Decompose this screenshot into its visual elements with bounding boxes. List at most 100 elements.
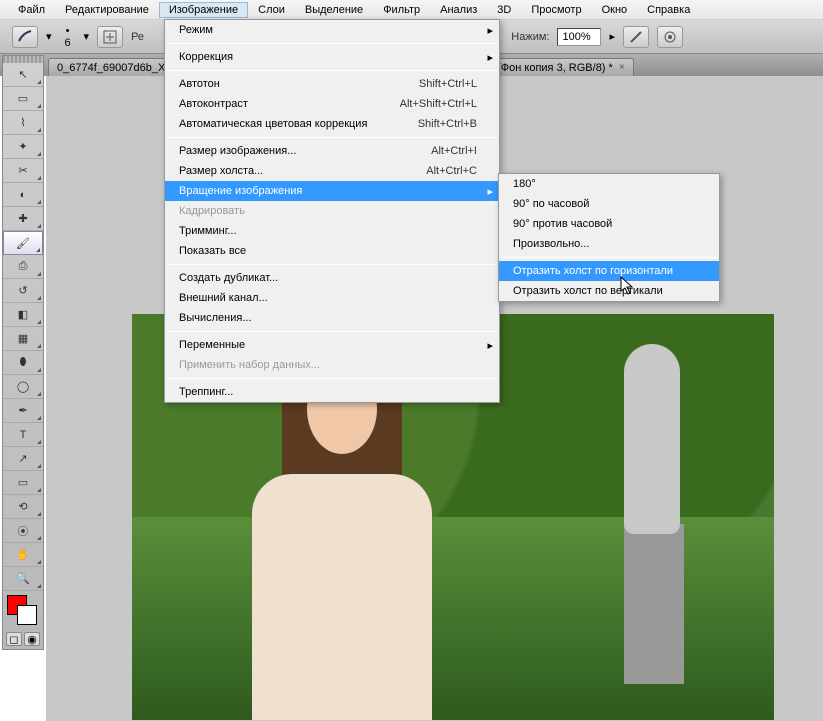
menu-shortcut: Alt+Ctrl+I: [431, 145, 477, 157]
menu-item-label: Отразить холст по горизонтали: [513, 265, 673, 277]
menu-shortcut: Shift+Ctrl+B: [418, 118, 477, 130]
menu-item[interactable]: АвтоконтрастAlt+Shift+Ctrl+L: [165, 94, 499, 114]
chevron-right-icon: ▸: [487, 339, 493, 352]
3d-tool[interactable]: ⟲: [3, 495, 43, 519]
healing-tool[interactable]: ✚: [3, 207, 43, 231]
menu-item-label: Вычисления...: [179, 312, 252, 324]
menu-item[interactable]: Автоматическая цветовая коррекция Shift+C…: [165, 114, 499, 134]
menu-item[interactable]: Треппинг...: [165, 382, 499, 402]
zoom-tool[interactable]: 🔍: [3, 567, 43, 591]
menu-item-label: Вращение изображения: [179, 185, 302, 197]
menu-separator: [167, 70, 497, 71]
menu-item[interactable]: Переменные ▸: [165, 335, 499, 355]
quickmask-mode-icon[interactable]: ◉: [24, 632, 40, 646]
shape-tool[interactable]: ▭: [3, 471, 43, 495]
menu-shortcut: Alt+Shift+Ctrl+L: [400, 98, 477, 110]
background-color[interactable]: [17, 605, 37, 625]
opacity-label: Нажим:: [511, 31, 549, 43]
blur-tool[interactable]: ⬮: [3, 351, 43, 375]
menu-item[interactable]: Автотон Shift+Ctrl+L: [165, 74, 499, 94]
menubar-item-7[interactable]: 3D: [487, 2, 521, 18]
menu-item-label: 90° против часовой: [513, 218, 612, 230]
pen-tool[interactable]: ✒: [3, 399, 43, 423]
menu-separator: [167, 264, 497, 265]
brush-panel-toggle[interactable]: [97, 26, 123, 48]
mouse-cursor-icon: [620, 276, 634, 296]
brush-dot-icon: •: [66, 25, 70, 37]
menu-item[interactable]: Коррекция▸: [165, 47, 499, 67]
menu-item-label: Автотон: [179, 78, 220, 90]
menu-item[interactable]: Показать все: [165, 241, 499, 261]
menu-shortcut: Alt+Ctrl+C: [426, 165, 477, 177]
menu-item[interactable]: Отразить холст по вертикали: [499, 281, 719, 301]
standard-mode-icon[interactable]: ◻: [6, 632, 22, 646]
path-tool[interactable]: ↗: [3, 447, 43, 471]
menu-item[interactable]: 180°: [499, 174, 719, 194]
history-brush-tool[interactable]: ↺: [3, 279, 43, 303]
move-tool[interactable]: ↖: [3, 63, 43, 87]
menu-item[interactable]: Вычисления...: [165, 308, 499, 328]
tab-label: (Фон копия 3, RGB/8) *: [497, 62, 613, 74]
menubar-item-2[interactable]: Изображение: [159, 2, 248, 18]
toolbox-grip[interactable]: [3, 56, 43, 63]
eyedropper-tool[interactable]: ◐: [3, 183, 43, 207]
menu-item-label: Треппинг...: [179, 386, 233, 398]
crop-tool[interactable]: ✂: [3, 159, 43, 183]
menu-item-label: Переменные: [179, 339, 245, 351]
menu-item-label: Применить набор данных...: [179, 359, 320, 371]
menubar-item-6[interactable]: Анализ: [430, 2, 487, 18]
menu-item[interactable]: Произвольно...: [499, 234, 719, 254]
menu-item-label: Размер холста...: [179, 165, 263, 177]
menu-item[interactable]: 90° по часовой: [499, 194, 719, 214]
mode-label: Ре: [131, 31, 144, 43]
menu-item[interactable]: Создать дубликат...: [165, 268, 499, 288]
airbrush-toggle[interactable]: [623, 26, 649, 48]
stamp-tool[interactable]: ⎙: [3, 255, 43, 279]
chevron-right-icon: ▸: [487, 185, 493, 198]
wand-tool[interactable]: ✦: [3, 135, 43, 159]
hand-tool[interactable]: ✋: [3, 543, 43, 567]
menu-item-label: Автоматическая цветовая коррекция: [179, 118, 367, 130]
menubar-item-3[interactable]: Слои: [248, 2, 295, 18]
tool-preset-picker[interactable]: [12, 26, 38, 48]
menu-item-label: Размер изображения...: [179, 145, 296, 157]
menubar-item-8[interactable]: Просмотр: [521, 2, 591, 18]
menu-item-label: Коррекция: [179, 51, 233, 63]
menu-item[interactable]: Внешний канал...: [165, 288, 499, 308]
menubar-item-4[interactable]: Выделение: [295, 2, 373, 18]
dodge-tool[interactable]: ◯: [3, 375, 43, 399]
gradient-tool[interactable]: ▦: [3, 327, 43, 351]
tablet-pressure-toggle[interactable]: [657, 26, 683, 48]
menubar-item-0[interactable]: Файл: [8, 2, 55, 18]
marquee-tool[interactable]: ▭: [3, 87, 43, 111]
lasso-tool[interactable]: ⌇: [3, 111, 43, 135]
menubar-item-1[interactable]: Редактирование: [55, 2, 159, 18]
menu-item-label: Показать все: [179, 245, 246, 257]
chevron-right-icon: ▸: [487, 24, 493, 37]
menu-item[interactable]: 90° против часовой: [499, 214, 719, 234]
menu-separator: [167, 137, 497, 138]
brush-tool[interactable]: 🖌: [3, 231, 43, 255]
menu-item-label: 180°: [513, 178, 536, 190]
close-icon[interactable]: ×: [619, 62, 625, 73]
opacity-input[interactable]: 100%: [557, 28, 601, 46]
menu-shortcut: Shift+Ctrl+L: [419, 78, 477, 90]
menu-item[interactable]: Размер холста... Alt+Ctrl+C: [165, 161, 499, 181]
menu-item-label: 90° по часовой: [513, 198, 589, 210]
menu-item[interactable]: Отразить холст по горизонтали: [499, 261, 719, 281]
menu-item[interactable]: Режим▸: [165, 20, 499, 40]
menubar-item-9[interactable]: Окно: [592, 2, 638, 18]
menu-item: Применить набор данных...: [165, 355, 499, 375]
menu-item[interactable]: Тримминг...: [165, 221, 499, 241]
menu-item[interactable]: Вращение изображения ▸: [165, 181, 499, 201]
document-tab-1[interactable]: (Фон копия 3, RGB/8) * ×: [488, 58, 634, 76]
image-menu-dropdown: Режим▸Коррекция▸АвтотонShift+Ctrl+LАвток…: [164, 19, 500, 403]
menubar-item-5[interactable]: Фильтр: [373, 2, 430, 18]
3d-camera-tool[interactable]: ⦿: [3, 519, 43, 543]
menubar-item-10[interactable]: Справка: [637, 2, 700, 18]
color-swatches: [3, 591, 43, 629]
type-tool[interactable]: T: [3, 423, 43, 447]
eraser-tool[interactable]: ◧: [3, 303, 43, 327]
menu-item[interactable]: Размер изображения... Alt+Ctrl+I: [165, 141, 499, 161]
menu-separator: [167, 43, 497, 44]
